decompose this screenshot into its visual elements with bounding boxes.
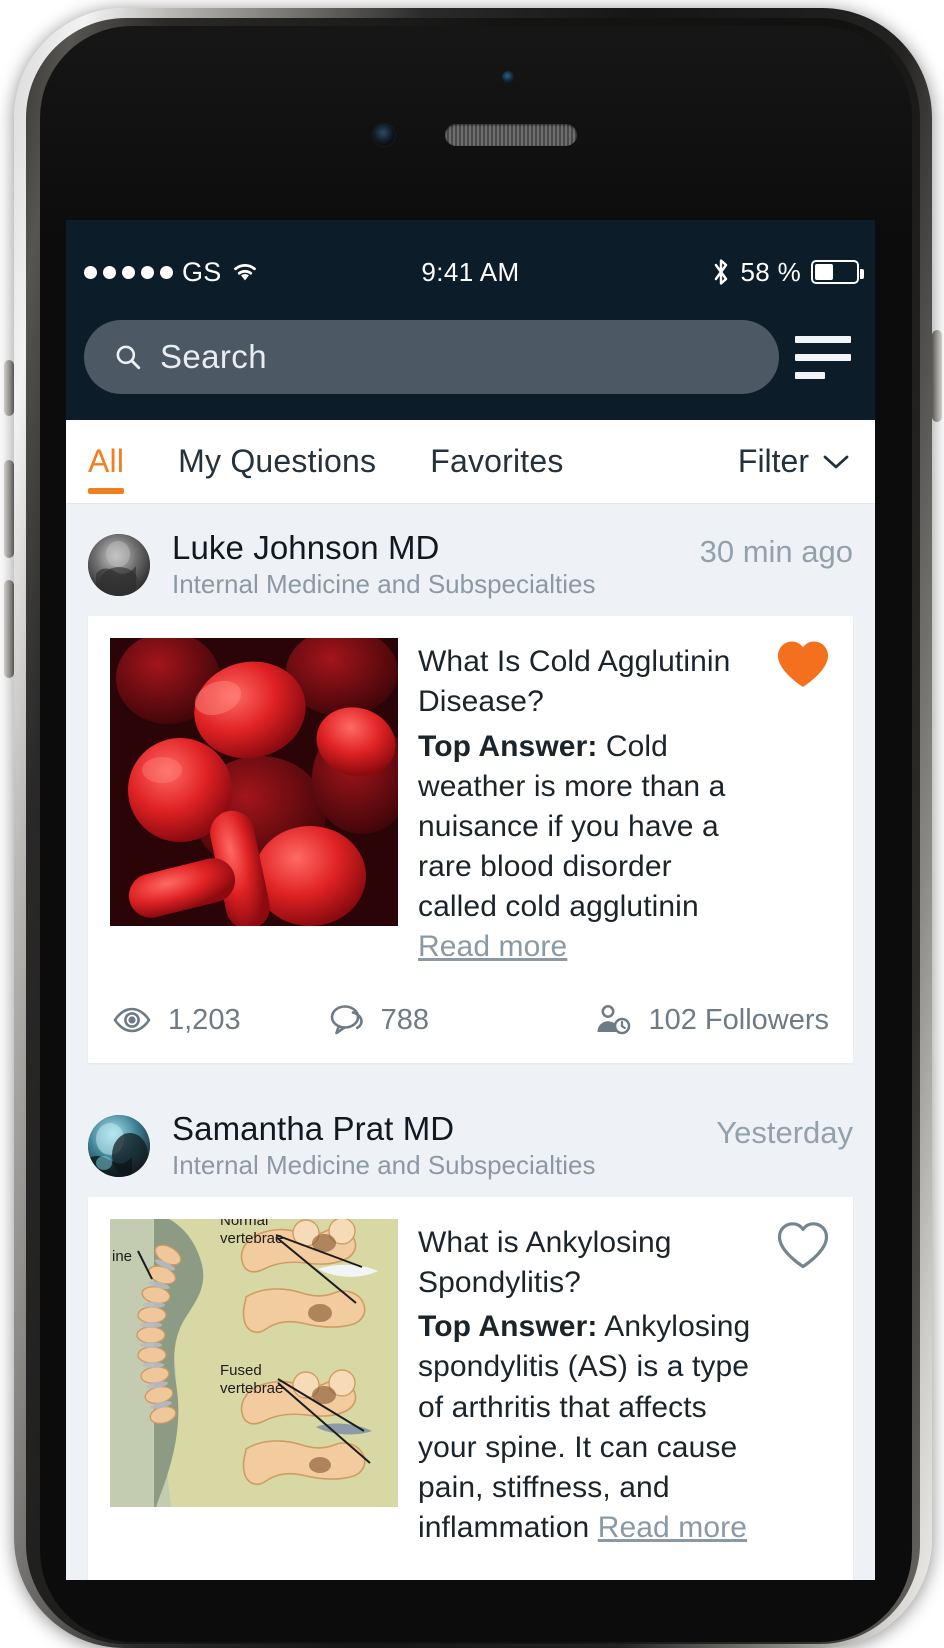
- battery-percentage: 58 %: [740, 256, 801, 287]
- silent-switch-button[interactable]: [4, 360, 14, 416]
- tab-bar: All My Questions Favorites Filter: [66, 420, 875, 504]
- avatar-image: [88, 1114, 150, 1177]
- svg-text:Normal: Normal: [220, 1219, 268, 1229]
- post-timestamp: Yesterday: [716, 1114, 853, 1150]
- post-text: What Is Cold Agglutinin Disease? Top Ans…: [418, 638, 831, 968]
- avatar[interactable]: [88, 534, 150, 597]
- heart-filled-icon: [778, 641, 828, 688]
- author-name[interactable]: Luke Johnson MD: [172, 529, 686, 567]
- followers-count: 102 Followers: [648, 1003, 829, 1036]
- eye-icon: [113, 1007, 151, 1033]
- filter-button[interactable]: Filter: [738, 443, 853, 480]
- ankylosing-spondylitis-diagram: Normal vertebrae Fused vertebrae ine: [110, 1218, 398, 1507]
- volume-down-button[interactable]: [4, 580, 14, 678]
- app-screen: 9:41 AM GS: [66, 220, 875, 1580]
- battery-icon: [811, 260, 864, 284]
- post-thumbnail[interactable]: [110, 638, 398, 927]
- volume-up-button[interactable]: [4, 460, 14, 558]
- views-count: 1,203: [168, 1003, 241, 1036]
- front-camera-icon: [373, 124, 395, 146]
- answer-text: Ankylosing spondylitis (AS) is a type of…: [418, 1310, 751, 1545]
- proximity-sensor-icon: [502, 71, 514, 83]
- post-item: Luke Johnson MD Internal Medicine and Su…: [66, 504, 875, 1085]
- question-title[interactable]: What is Ankylosing Spondylitis?: [418, 1223, 753, 1303]
- filter-label: Filter: [737, 443, 809, 479]
- chevron-down-icon: [823, 455, 849, 468]
- post-item: Samantha Prat MD Internal Medicine and S…: [66, 1085, 875, 1580]
- post-text: What is Ankylosing Spondylitis? Top Answ…: [418, 1219, 831, 1549]
- favorite-button[interactable]: [775, 638, 831, 690]
- battery-fill: [815, 264, 833, 280]
- read-more-link[interactable]: Read more: [418, 930, 567, 963]
- stat-followers[interactable]: 102 Followers: [594, 1004, 829, 1037]
- stat-views[interactable]: 1,203: [112, 1004, 241, 1037]
- post-header: Luke Johnson MD Internal Medicine and Su…: [66, 504, 875, 616]
- followers-icon: [597, 1005, 631, 1035]
- read-more-link[interactable]: Read more: [598, 1511, 747, 1544]
- author-block: Samantha Prat MD Internal Medicine and S…: [172, 1110, 702, 1181]
- post-timestamp: 30 min ago: [699, 534, 853, 569]
- post-card[interactable]: What Is Cold Agglutinin Disease? Top Ans…: [88, 616, 853, 1063]
- post-stats: 1,203 788: [110, 1558, 831, 1580]
- answer-snippet: Top Answer: Cold weather is more than a …: [418, 727, 753, 968]
- answer-snippet: Top Answer: Ankylosing spondylitis (AS) …: [418, 1307, 753, 1548]
- comments-count: 788: [380, 1003, 429, 1036]
- search-row: Search: [66, 312, 875, 402]
- author-specialty: Internal Medicine and Subspecialties: [172, 1149, 596, 1180]
- post-stats: 1,203 788: [110, 978, 831, 1063]
- author-name[interactable]: Samantha Prat MD: [172, 1110, 702, 1148]
- avatar-image: [88, 534, 150, 597]
- author-block: Luke Johnson MD Internal Medicine and Su…: [172, 529, 686, 600]
- power-button[interactable]: [932, 330, 942, 422]
- post-feed[interactable]: Luke Johnson MD Internal Medicine and Su…: [66, 504, 875, 1580]
- search-icon: [116, 345, 141, 370]
- earpiece-speaker-icon: [445, 124, 577, 146]
- phone-device-frame: 9:41 AM GS: [0, 0, 944, 1648]
- answer-label: Top Answer:: [418, 1310, 598, 1344]
- search-placeholder: Search: [160, 338, 267, 375]
- post-header: Samantha Prat MD Internal Medicine and S…: [66, 1085, 875, 1197]
- search-input[interactable]: Search: [84, 320, 779, 394]
- post-card-body: What Is Cold Agglutinin Disease? Top Ans…: [110, 638, 831, 968]
- app-header: GS 9:41 AM 58 % Search: [66, 220, 875, 420]
- svg-text:vertebrae: vertebrae: [220, 1230, 283, 1247]
- status-bar: GS 9:41 AM 58 %: [66, 246, 875, 298]
- svg-text:ine: ine: [112, 1248, 132, 1265]
- comment-icon: [330, 1005, 363, 1035]
- bluetooth-icon: [714, 259, 727, 285]
- post-thumbnail[interactable]: Normal vertebrae Fused vertebrae ine: [110, 1218, 398, 1507]
- tab-my-questions[interactable]: My Questions: [178, 420, 376, 504]
- hamburger-menu-icon[interactable]: [779, 320, 857, 394]
- tab-all[interactable]: All: [88, 420, 125, 504]
- post-card[interactable]: Normal vertebrae Fused vertebrae ine Wha…: [88, 1196, 853, 1580]
- author-specialty: Internal Medicine and Subspecialties: [172, 568, 596, 599]
- tab-favorites[interactable]: Favorites: [430, 420, 563, 504]
- svg-text:Fused: Fused: [220, 1362, 262, 1379]
- status-bar-right: 58 %: [711, 256, 864, 288]
- heart-outline-icon: [777, 1221, 829, 1268]
- svg-text:vertebrae: vertebrae: [220, 1380, 283, 1397]
- avatar[interactable]: [88, 1114, 150, 1177]
- post-card-body: Normal vertebrae Fused vertebrae ine Wha…: [110, 1218, 831, 1549]
- stat-comments[interactable]: 788: [329, 1004, 429, 1037]
- question-title[interactable]: What Is Cold Agglutinin Disease?: [418, 642, 753, 722]
- favorite-button[interactable]: [775, 1219, 831, 1271]
- answer-label: Top Answer:: [418, 729, 598, 763]
- red-blood-cells-image: [110, 638, 398, 927]
